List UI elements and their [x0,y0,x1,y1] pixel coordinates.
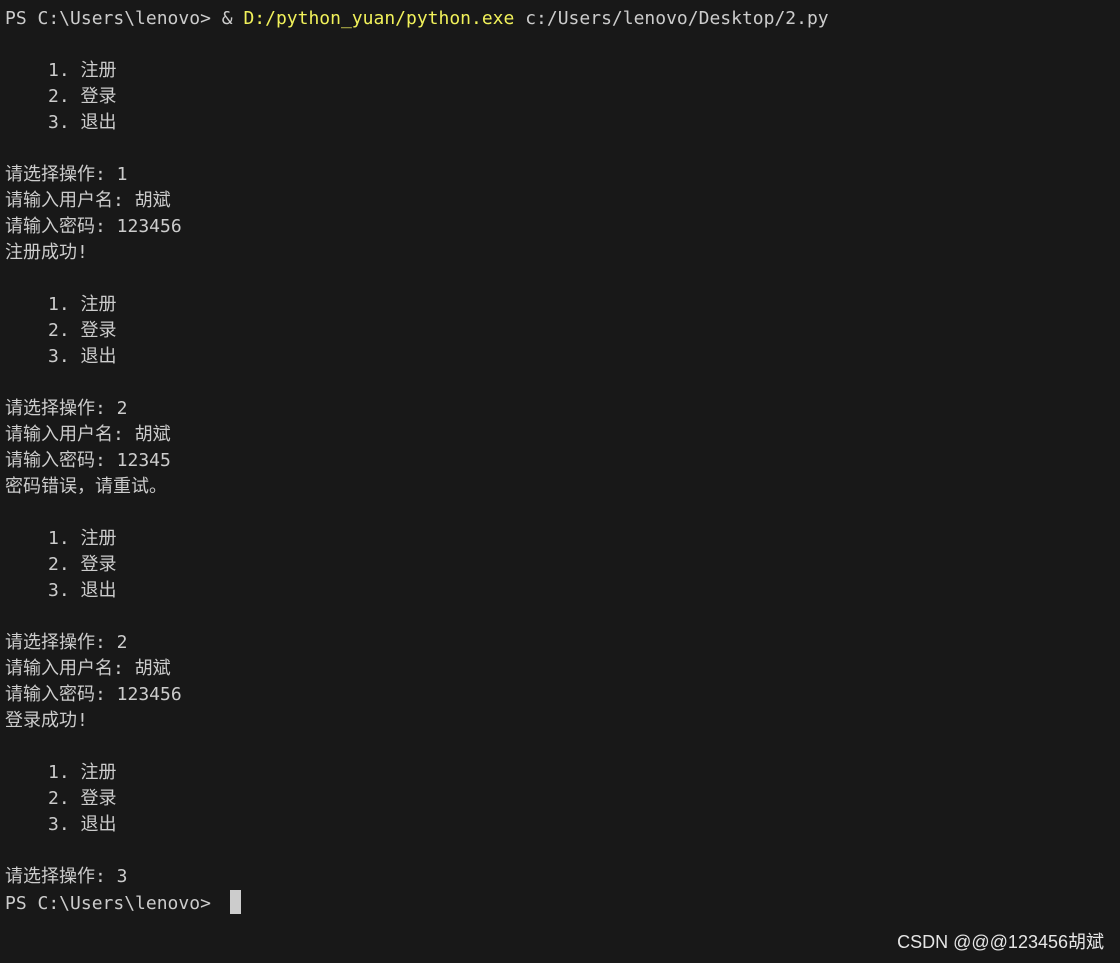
username-line: 请输入用户名: 胡斌 [5,190,171,211]
final-prompt-line[interactable]: PS C:\Users\lenovo> [5,890,1120,916]
password-line: 请输入密码: 123456 [5,684,182,705]
menu-item-register: 1. 注册 [48,60,117,81]
choose-operation-line: 请选择操作: 1 [5,164,128,185]
script-path: c:/Users/lenovo/Desktop/2.py [514,8,829,29]
prompt-text: PS C:\Users\lenovo> [5,893,222,914]
choose-operation-line: 请选择操作: 2 [5,632,128,653]
menu-item-login: 2. 登录 [48,320,117,341]
terminal-window[interactable]: PS C:\Users\lenovo> & D:/python_yuan/pyt… [0,0,1120,963]
command-line: PS C:\Users\lenovo> & D:/python_yuan/pyt… [5,6,1120,32]
prompt-text: PS C:\Users\lenovo> [5,8,222,29]
text-cursor[interactable] [229,890,241,914]
call-operator: & [221,8,244,29]
result-line: 注册成功! [5,242,88,263]
username-line: 请输入用户名: 胡斌 [5,424,171,445]
csdn-watermark: CSDN @@@123456胡斌 [897,932,1104,952]
menu-item-exit: 3. 退出 [48,346,117,367]
menu-item-register: 1. 注册 [48,528,117,549]
menu-item-login: 2. 登录 [48,86,117,107]
menu-item-exit: 3. 退出 [48,112,117,133]
choose-operation-line: 请选择操作: 3 [5,866,128,887]
menu-item-login: 2. 登录 [48,554,117,575]
menu-item-exit: 3. 退出 [48,580,117,601]
username-line: 请输入用户名: 胡斌 [5,658,171,679]
result-line: 密码错误，请重试。 [5,476,167,497]
result-line: 登录成功! [5,710,88,731]
python-exe-path: D:/python_yuan/python.exe [243,8,515,29]
menu-item-exit: 3. 退出 [48,814,117,835]
password-line: 请输入密码: 12345 [5,450,171,471]
choose-operation-line: 请选择操作: 2 [5,398,128,419]
menu-item-login: 2. 登录 [48,788,117,809]
menu-item-register: 1. 注册 [48,294,117,315]
menu-item-register: 1. 注册 [48,762,117,783]
password-line: 请输入密码: 123456 [5,216,182,237]
